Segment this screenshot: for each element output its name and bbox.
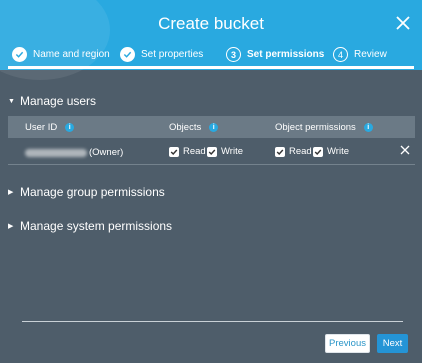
check-icon — [12, 47, 27, 62]
step-set-properties[interactable]: Set properties — [120, 47, 203, 62]
users-table-header: User ID i Objects i Object permissions i — [8, 116, 415, 138]
dialog-header: Create bucket Name and region Set proper… — [0, 0, 422, 80]
section-title: Manage system permissions — [20, 219, 173, 233]
progress-line — [8, 66, 414, 69]
col-objects: Objects i — [169, 122, 219, 133]
step-set-permissions[interactable]: 3 Set permissions — [226, 47, 324, 62]
checkbox-checked-icon — [275, 146, 285, 157]
checkbox-label: Write — [221, 146, 243, 157]
info-icon[interactable]: i — [65, 123, 75, 132]
manage-system-permissions-toggle[interactable]: ▶ Manage system permissions — [8, 219, 172, 233]
section-title: Manage users — [20, 94, 97, 108]
manage-users-toggle[interactable]: ▼ Manage users — [8, 94, 96, 108]
caret-down-icon: ▼ — [8, 97, 15, 105]
checkbox-label: Read — [183, 146, 206, 157]
next-button[interactable]: Next — [377, 334, 408, 353]
close-icon[interactable] — [394, 14, 412, 32]
checkbox-label: Read — [289, 146, 312, 157]
checkbox-checked-icon — [313, 146, 323, 157]
checkbox-label: Write — [327, 146, 349, 157]
manage-group-permissions-toggle[interactable]: ▶ Manage group permissions — [8, 185, 165, 199]
object-permissions-write-checkbox[interactable]: Write — [313, 146, 349, 157]
step-label: Review — [354, 49, 387, 60]
caret-right-icon: ▶ — [8, 223, 14, 230]
col-label: Object permissions — [275, 122, 356, 133]
col-object-permissions: Object permissions i — [275, 122, 373, 133]
previous-button[interactable]: Previous — [325, 334, 370, 353]
objects-write-checkbox[interactable]: Write — [207, 146, 243, 157]
dialog-title: Create bucket — [158, 14, 264, 33]
col-user-id: User ID i — [25, 122, 75, 133]
row-divider — [8, 164, 415, 165]
step-label: Set properties — [141, 49, 204, 60]
redacted-username — [25, 148, 87, 157]
user-id: (Owner) — [25, 147, 123, 158]
owner-label: (Owner) — [89, 147, 124, 158]
check-icon — [120, 47, 135, 62]
col-label: Objects — [169, 122, 202, 133]
checkbox-checked-icon — [207, 146, 217, 157]
remove-user-icon[interactable] — [400, 145, 410, 155]
step-label: Set permissions — [247, 49, 325, 60]
step-label: Name and region — [33, 49, 110, 60]
caret-right-icon: ▶ — [8, 189, 14, 196]
step-number: 3 — [226, 47, 241, 62]
step-review[interactable]: 4 Review — [333, 47, 387, 62]
objects-read-checkbox[interactable]: Read — [169, 146, 206, 157]
step-name-and-region[interactable]: Name and region — [12, 47, 110, 62]
footer-divider — [22, 321, 403, 322]
checkbox-checked-icon — [169, 146, 179, 157]
col-label: User ID — [25, 122, 58, 133]
wizard-steps: Name and region Set properties 3 Set per… — [0, 45, 422, 67]
section-title: Manage group permissions — [20, 185, 165, 199]
table-row: (Owner) Read Write Read Write — [8, 140, 415, 162]
step-number: 4 — [333, 47, 348, 62]
info-icon[interactable]: i — [209, 123, 219, 132]
info-icon[interactable]: i — [363, 123, 373, 132]
object-permissions-read-checkbox[interactable]: Read — [275, 146, 312, 157]
create-bucket-dialog: Create bucket Name and region Set proper… — [0, 0, 422, 363]
